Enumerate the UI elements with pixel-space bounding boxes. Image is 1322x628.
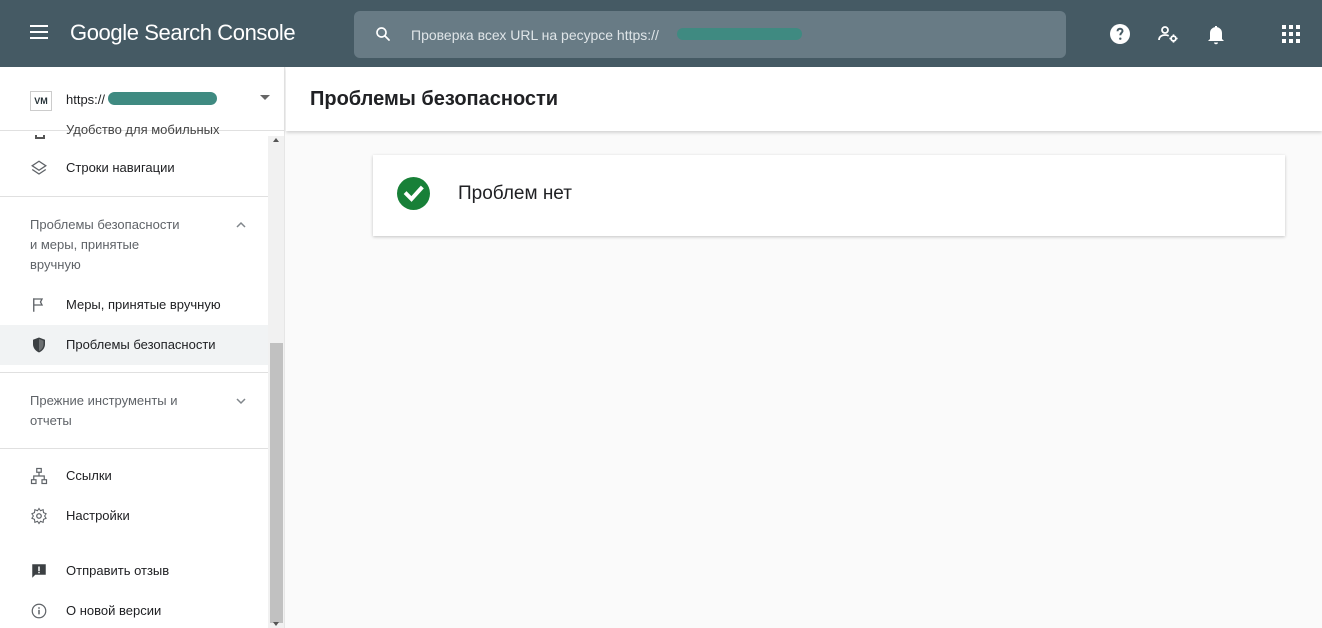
- sidebar-item-label: Удобство для мобильных: [66, 122, 220, 137]
- apps-grid-icon[interactable]: [1279, 22, 1303, 46]
- redacted-domain: [677, 28, 802, 40]
- gear-icon: [31, 507, 47, 525]
- property-logo: VM: [30, 91, 52, 111]
- sidebar-item-about-new-version[interactable]: О новой версии: [0, 591, 268, 628]
- app-brand[interactable]: Google Search Console: [70, 20, 296, 46]
- chevron-up-icon[interactable]: [235, 219, 247, 231]
- sidebar-item-label: Строки навигации: [66, 160, 175, 175]
- sidebar-item-label: Проблемы безопасности: [66, 337, 216, 352]
- sidebar-item-label: Ссылки: [66, 468, 112, 483]
- property-dropdown-icon[interactable]: [260, 95, 270, 100]
- redacted-property-url: [108, 92, 217, 105]
- sidebar-item-breadcrumbs[interactable]: Строки навигации: [0, 148, 268, 188]
- shield-icon: [33, 337, 45, 353]
- top-bar: Google Search Console Проверка всех URL …: [0, 0, 1322, 67]
- sidebar-item-security-issues[interactable]: Проблемы безопасности: [0, 325, 268, 365]
- sidebar-item-label: Меры, принятые вручную: [66, 297, 221, 312]
- menu-line: [30, 31, 48, 33]
- feedback-icon: [32, 564, 46, 578]
- sidebar-scrollbar[interactable]: [268, 136, 284, 628]
- account-settings-icon[interactable]: [1156, 22, 1180, 46]
- phone-icon: [35, 135, 45, 139]
- menu-line: [30, 37, 48, 39]
- sidebar-item-manual-actions[interactable]: Меры, принятые вручную: [0, 285, 268, 325]
- divider: [0, 196, 268, 197]
- scrollbar-thumb[interactable]: [270, 343, 283, 623]
- url-inspection-search[interactable]: Проверка всех URL на ресурсе https://: [354, 11, 1066, 58]
- security-status-card: Проблем нет: [373, 155, 1285, 236]
- search-placeholder: Проверка всех URL на ресурсе https://: [411, 27, 659, 43]
- sidebar-item-label: Отправить отзыв: [66, 563, 170, 578]
- info-icon: [31, 603, 47, 619]
- sidebar: VM https:// Удобство для мобильных Строк…: [0, 67, 285, 628]
- section-title-security[interactable]: Проблемы безопасности и меры, принятые в…: [30, 215, 180, 275]
- page-title: Проблемы безопасности: [310, 88, 559, 110]
- main-menu-button[interactable]: [30, 25, 48, 39]
- sidebar-item-label: О новой версии: [66, 603, 162, 618]
- notifications-bell-icon[interactable]: [1204, 22, 1228, 46]
- section-title-legacy-tools[interactable]: Прежние инструменты и отчеты: [30, 391, 178, 431]
- menu-line: [30, 25, 48, 27]
- divider: [0, 448, 268, 449]
- scroll-down-arrow-icon[interactable]: [273, 622, 279, 626]
- sidebar-item-send-feedback[interactable]: Отправить отзыв: [0, 551, 268, 591]
- sidebar-item-mobile-usability[interactable]: Удобство для мобильных: [0, 122, 268, 141]
- flag-icon: [33, 298, 44, 312]
- sidebar-item-label: Настройки: [66, 508, 130, 523]
- chevron-down-icon[interactable]: [235, 395, 247, 407]
- sidebar-item-links[interactable]: Ссылки: [0, 456, 268, 496]
- security-status-text: Проблем нет: [458, 183, 572, 204]
- scroll-up-arrow-icon[interactable]: [273, 138, 279, 142]
- search-icon: [376, 27, 390, 41]
- divider: [0, 372, 268, 373]
- help-icon[interactable]: [1108, 22, 1132, 46]
- layers-icon: [31, 160, 47, 175]
- sitemap-icon: [30, 467, 48, 485]
- page-header: Проблемы безопасности: [286, 67, 1322, 131]
- sidebar-item-settings[interactable]: Настройки: [0, 496, 268, 536]
- property-url: https://: [66, 92, 106, 107]
- check-circle-icon: [397, 177, 430, 210]
